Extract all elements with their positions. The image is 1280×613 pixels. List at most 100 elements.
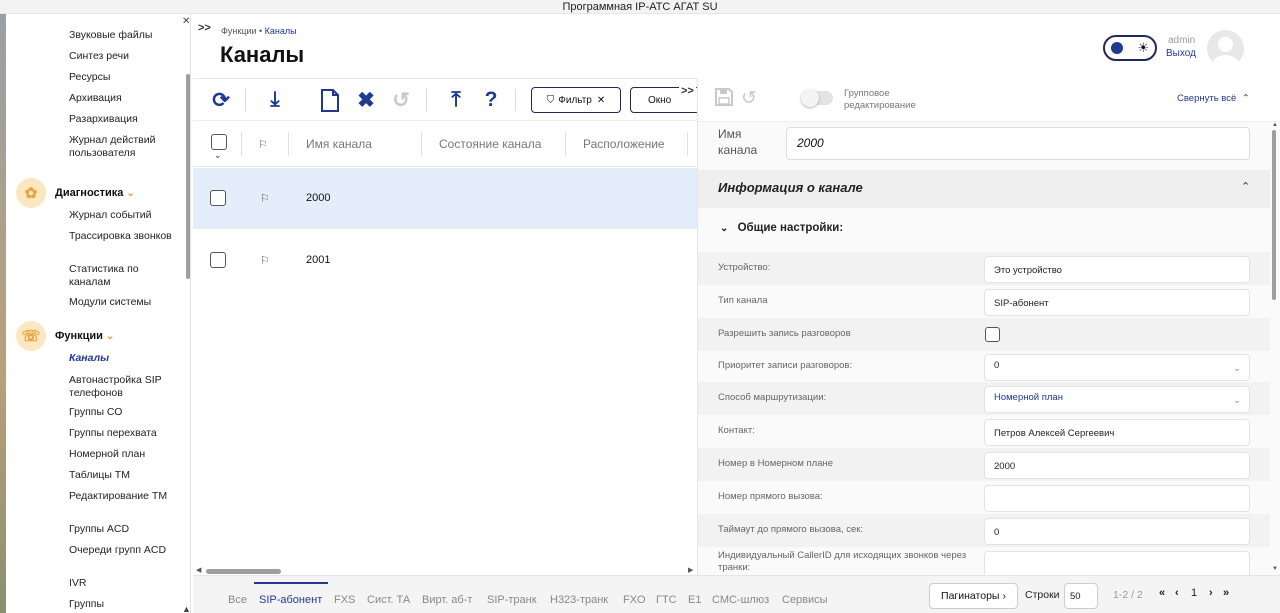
field-label: Приоритет записи разговоров: — [718, 360, 853, 371]
sidebar-item-sound-files[interactable]: Звуковые файлы — [69, 29, 179, 42]
phone-gear-icon: ☏ — [16, 321, 46, 351]
tab-system-phone[interactable]: Сист. ТА — [367, 594, 410, 606]
sidebar-close-icon[interactable]: ✕ — [182, 16, 190, 27]
tab-sip-trunk[interactable]: SIP-транк — [487, 594, 537, 606]
tab-h323-trunk[interactable]: H323-транк — [550, 594, 608, 606]
row-checkbox[interactable] — [210, 190, 226, 206]
sidebar-group-diagnostics[interactable]: ✿ Диагностика ⌄ — [16, 178, 135, 208]
toolbar-divider — [515, 89, 516, 111]
scroll-right-icon[interactable]: ▶ — [688, 566, 693, 574]
details-scrollbar[interactable] — [1272, 130, 1276, 300]
sidebar-item-sip-autoconfig[interactable]: Автонастройка SIP телефонов — [69, 374, 179, 400]
column-header-location[interactable]: Расположение — [583, 137, 665, 151]
paginators-button[interactable]: Пагинаторы › — [929, 583, 1018, 609]
sidebar-item-dial-plan[interactable]: Номерной план — [69, 448, 179, 461]
collapse-all-link[interactable]: Свернуть всё ⌃ — [1177, 93, 1250, 104]
sidebar-item-tm-tables[interactable]: Таблицы ТМ — [69, 469, 179, 482]
scroll-left-icon[interactable]: ◀ — [196, 566, 201, 574]
logout-link[interactable]: Выход — [1166, 48, 1196, 59]
sidebar-item-call-trace[interactable]: Трассировка звонков — [69, 230, 179, 243]
tab-fxs[interactable]: FXS — [334, 594, 355, 606]
scroll-up-icon[interactable]: ▲ — [1272, 122, 1278, 128]
scrollbar-thumb[interactable] — [206, 569, 281, 574]
sidebar-item-groups[interactable]: Группы — [69, 598, 179, 611]
sidebar-item-system-modules[interactable]: Модули системы — [69, 296, 179, 309]
scroll-up-icon[interactable]: ▲ — [182, 604, 190, 613]
scroll-down-icon[interactable]: ▼ — [1272, 566, 1278, 572]
row-checkbox[interactable] — [210, 252, 226, 268]
filter-label: Фильтр — [558, 94, 592, 106]
new-document-icon[interactable] — [317, 87, 343, 113]
sidebar-item-speech-synthesis[interactable]: Синтез речи — [69, 50, 179, 63]
refresh-icon[interactable]: ⟳ — [208, 87, 234, 113]
current-page[interactable]: 1 — [1191, 587, 1197, 599]
sidebar-item-pickup-groups[interactable]: Группы перехвата — [69, 427, 179, 440]
breadcrumb-parent[interactable]: Функции — [221, 26, 256, 36]
sidebar-scrollbar[interactable] — [186, 74, 190, 279]
subsection-general[interactable]: ⌄ Общие настройки: — [720, 222, 843, 234]
sidebar-item-event-log[interactable]: Журнал событий — [69, 209, 179, 222]
prev-page-icon[interactable]: ‹ — [1175, 587, 1179, 599]
sidebar-item-acd-groups[interactable]: Группы ACD — [69, 523, 179, 536]
routing-method-select[interactable]: Номерной план ⌄ — [984, 386, 1250, 413]
tab-sip-subscriber[interactable]: SIP-абонент — [259, 594, 322, 606]
help-icon[interactable]: ? — [478, 87, 504, 113]
avatar[interactable] — [1207, 30, 1244, 67]
first-page-icon[interactable]: « — [1159, 587, 1165, 599]
tab-gts[interactable]: ГТС — [656, 594, 677, 606]
close-icon[interactable]: ✕ — [597, 95, 605, 106]
column-header-name[interactable]: Имя канала — [306, 137, 372, 151]
sidebar-group-functions[interactable]: ☏ Функции ⌄ — [16, 321, 114, 351]
rows-per-page-input[interactable]: 50 — [1064, 583, 1098, 609]
sidebar-item-acd-queues[interactable]: Очереди групп ACD — [69, 544, 179, 557]
contact-field[interactable]: Петров Алексей Сергеевич — [984, 419, 1250, 446]
chevron-down-icon[interactable]: ⌄ — [214, 150, 222, 161]
field-device: Устройство: Это устройство — [698, 252, 1270, 285]
section-channel-info[interactable]: Информация о канале ⌃ — [698, 170, 1270, 208]
tab-e1[interactable]: E1 — [688, 594, 701, 606]
device-field[interactable]: Это устройство — [984, 256, 1250, 283]
chevron-up-icon[interactable]: ⌃ — [1241, 180, 1250, 193]
next-page-icon[interactable]: › — [1209, 587, 1213, 599]
flag-icon[interactable]: ⚐ — [260, 254, 270, 267]
filter-button[interactable]: ⛉ Фильтр ✕ — [531, 87, 621, 113]
channel-details-pane: ↺ Групповое редактирование Свернуть всё … — [697, 78, 1280, 575]
tab-services[interactable]: Сервисы — [782, 594, 828, 606]
channel-type-field[interactable]: SIP-абонент — [984, 289, 1250, 316]
column-header-state[interactable]: Состояние канала — [439, 137, 541, 151]
sidebar-item-unarchive[interactable]: Разархивация — [69, 113, 179, 126]
sidebar-item-user-log[interactable]: Журнал действий пользователя — [69, 134, 179, 160]
channel-name-input[interactable]: 2000 — [786, 127, 1250, 160]
delete-icon[interactable]: ✖ — [353, 87, 379, 113]
sidebar-item-resources[interactable]: Ресурсы — [69, 71, 179, 84]
sidebar-group-label: Диагностика — [55, 187, 124, 199]
flag-icon[interactable]: ⚐ — [260, 192, 270, 205]
direct-call-number-field[interactable] — [984, 485, 1250, 512]
tab-all[interactable]: Все — [228, 594, 247, 606]
sidebar-item-tm-edit[interactable]: Редактирование ТМ — [69, 490, 179, 503]
recording-priority-select[interactable]: 0 ⌄ — [984, 354, 1250, 381]
sidebar-item-co-groups[interactable]: Группы СО — [69, 406, 179, 419]
sidebar-item-channel-stats[interactable]: Статистика по каналам — [69, 263, 179, 289]
sidebar-item-archive[interactable]: Архивация — [69, 92, 179, 105]
select-all-checkbox[interactable] — [211, 134, 227, 150]
allow-recording-checkbox[interactable] — [985, 327, 1000, 342]
column-divider — [241, 132, 242, 156]
dialplan-number-field[interactable]: 2000 — [984, 452, 1250, 479]
tab-fxo[interactable]: FXO — [623, 594, 646, 606]
upload-icon[interactable]: ⤒ — [443, 87, 469, 113]
individual-callerid-field[interactable] — [984, 551, 1250, 575]
group-edit-switch[interactable] — [801, 89, 833, 107]
expand-sidebar-icon[interactable]: >> — [198, 22, 211, 34]
direct-call-timeout-field[interactable]: 0 — [984, 518, 1250, 545]
tab-sms-gateway[interactable]: СМС-шлюз — [712, 594, 769, 606]
download-icon[interactable]: ⤓ — [262, 87, 288, 113]
sidebar-item-ivr[interactable]: IVR — [69, 577, 179, 590]
theme-toggle[interactable]: ☀ — [1103, 35, 1157, 61]
table-row[interactable]: ⚐ 2000 — [193, 168, 697, 229]
sidebar-item-channels[interactable]: Каналы — [69, 352, 179, 365]
collapse-pane-icon[interactable]: >> — [679, 85, 696, 97]
tab-virtual-subscriber[interactable]: Вирт. аб-т — [422, 594, 472, 606]
last-page-icon[interactable]: » — [1223, 587, 1229, 599]
table-row[interactable]: ⚐ 2001 — [193, 230, 697, 291]
